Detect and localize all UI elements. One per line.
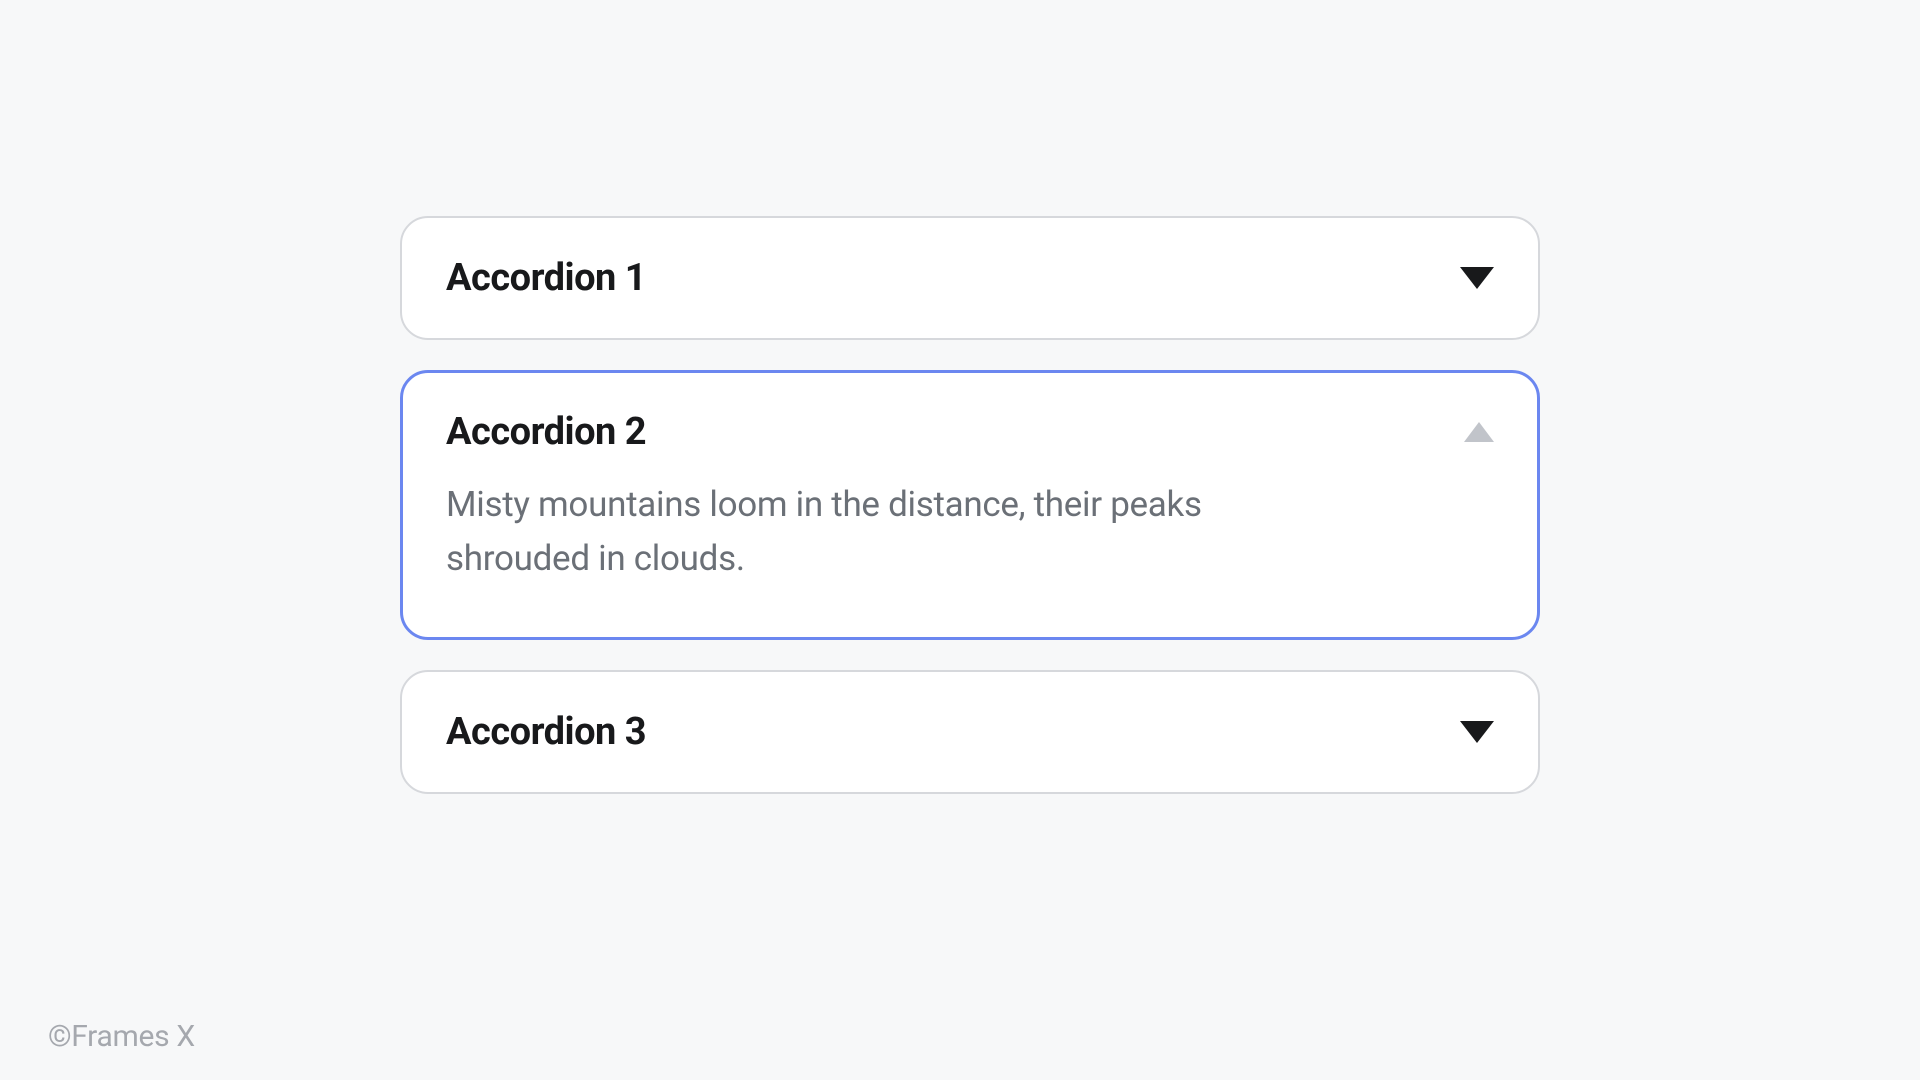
accordion-title: Accordion 3	[446, 710, 646, 754]
accordion-item-1: Accordion 1	[400, 216, 1540, 340]
caret-up-icon	[1464, 422, 1494, 442]
accordion-title: Accordion 2	[446, 410, 646, 454]
accordion-header-2[interactable]: Accordion 2	[446, 410, 1494, 454]
accordion-item-3: Accordion 3	[400, 670, 1540, 794]
caret-down-icon	[1460, 721, 1494, 743]
accordion-title: Accordion 1	[446, 256, 646, 300]
accordion-header-3[interactable]: Accordion 3	[446, 710, 1494, 754]
accordion-header-1[interactable]: Accordion 1	[446, 256, 1494, 300]
footer-credit: ©Frames X	[48, 1019, 195, 1054]
accordion-container: Accordion 1 Accordion 2 Misty mountains …	[400, 216, 1540, 794]
accordion-item-2: Accordion 2 Misty mountains loom in the …	[400, 370, 1540, 640]
accordion-content: Misty mountains loom in the distance, th…	[446, 478, 1306, 587]
caret-down-icon	[1460, 267, 1494, 289]
